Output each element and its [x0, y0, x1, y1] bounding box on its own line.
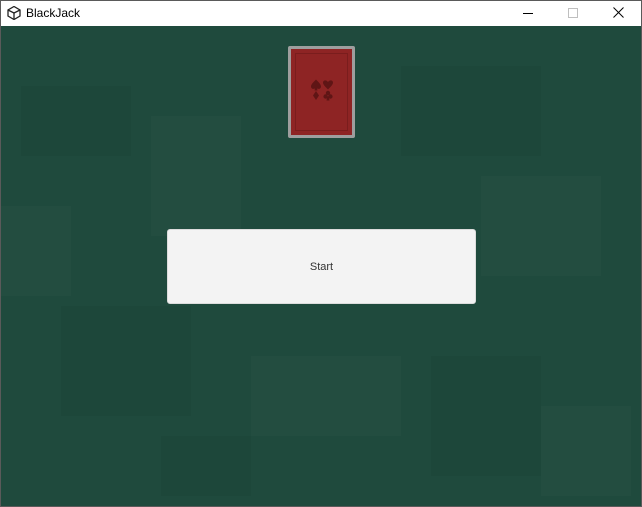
deck-card[interactable]	[288, 46, 355, 138]
minimize-button[interactable]	[505, 1, 551, 26]
felt-texture	[161, 436, 251, 496]
felt-texture	[431, 356, 541, 476]
close-button[interactable]	[595, 1, 641, 26]
felt-texture	[541, 406, 631, 496]
felt-texture	[151, 116, 241, 236]
start-button[interactable]: Start	[167, 229, 476, 304]
maximize-icon	[568, 5, 578, 23]
window-title: BlackJack	[26, 6, 81, 20]
felt-texture	[61, 306, 191, 416]
game-table: Start	[1, 26, 641, 506]
felt-texture	[21, 86, 131, 156]
felt-texture	[481, 176, 601, 276]
felt-texture	[251, 356, 401, 436]
felt-texture	[1, 206, 71, 296]
unity-logo-icon	[7, 5, 21, 21]
app-window: BlackJack Start	[0, 0, 642, 507]
close-icon	[612, 5, 624, 23]
title-bar[interactable]: BlackJack	[1, 1, 641, 26]
start-button-label: Start	[309, 260, 334, 273]
maximize-button[interactable]	[550, 1, 596, 26]
card-back-icon	[291, 49, 352, 135]
minimize-icon	[523, 5, 533, 23]
felt-texture	[401, 66, 541, 156]
card-suits-icon	[310, 78, 334, 107]
